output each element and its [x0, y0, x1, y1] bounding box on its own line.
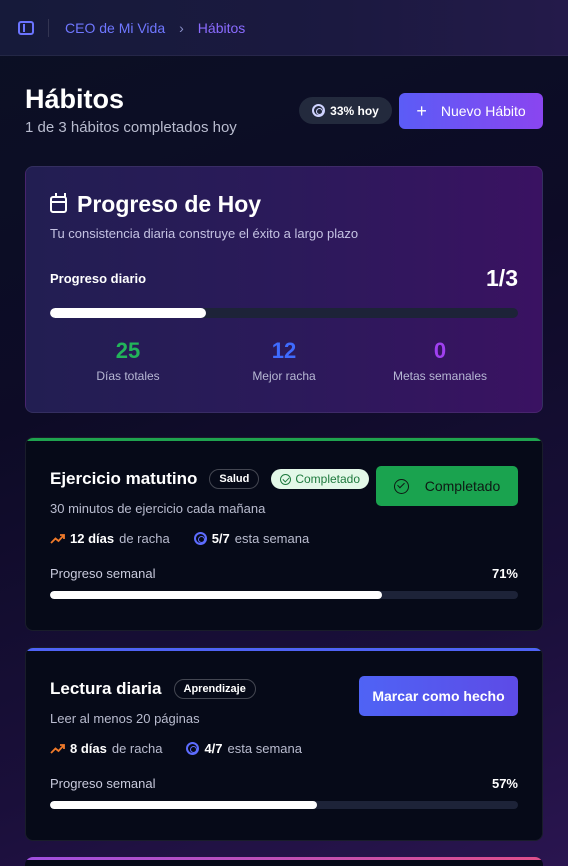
stats-row: 25 Días totales 12 Mejor racha 0 Metas s…	[50, 338, 518, 383]
sidebar-toggle-icon[interactable]	[18, 20, 34, 35]
streak-value: 8 días	[70, 741, 107, 756]
habit-card-lectura: Lectura diaria Aprendizaje Leer al menos…	[25, 647, 543, 841]
daily-progress-label: Progreso diario	[50, 271, 147, 286]
mark-done-button[interactable]: Marcar como hecho	[359, 676, 518, 716]
trending-up-icon	[50, 744, 65, 754]
check-circle-icon	[280, 473, 292, 485]
week-info: 5/7 esta semana	[193, 531, 310, 546]
habit-accent-line	[26, 438, 542, 441]
completed-button[interactable]: Completado	[376, 466, 518, 506]
habit-meta: 8 días de racha 4/7 esta semana	[50, 741, 518, 756]
habit-accent-line	[25, 857, 543, 860]
week-suffix: esta semana	[227, 741, 302, 756]
habit-meta: 12 días de racha 5/7 esta semana	[50, 531, 518, 546]
weekly-progress-fill	[50, 591, 383, 599]
week-suffix: esta semana	[234, 531, 310, 546]
streak-suffix: de racha	[119, 531, 170, 546]
week-value: 4/7	[204, 741, 223, 756]
habit-card-ejercicio: Ejercicio matutino Salud Completado 30 m…	[25, 437, 543, 631]
stat-value: 12	[271, 338, 297, 363]
completed-status-badge: Completado	[271, 469, 370, 489]
calendar-icon	[50, 193, 67, 213]
streak-info: 12 días de racha	[50, 531, 170, 546]
completed-button-label: Completado	[424, 478, 501, 494]
habit-accent-line	[26, 648, 542, 651]
category-badge: Salud	[209, 469, 260, 489]
week-value: 5/7	[211, 531, 230, 546]
target-icon	[193, 532, 207, 545]
check-circle-icon	[393, 478, 409, 494]
new-habit-button[interactable]: + Nuevo Hábito	[399, 93, 543, 129]
weekly-progress-bar	[50, 801, 518, 809]
today-progress-text: 33% hoy	[330, 103, 379, 118]
breadcrumb-current: Hábitos	[197, 19, 246, 36]
daily-progress-fill	[50, 308, 206, 318]
stat-value: 25	[115, 338, 141, 363]
stat-value: 0	[433, 338, 447, 363]
divider	[48, 18, 49, 37]
stat-total-days: 25 Días totales	[50, 338, 206, 383]
new-habit-label: Nuevo Hábito	[440, 103, 526, 119]
today-progress-badge: 33% hoy	[299, 97, 392, 124]
streak-value: 12 días	[70, 531, 115, 546]
chevron-right-icon: ›	[179, 19, 184, 36]
category-badge: Aprendizaje	[173, 679, 256, 699]
weekly-progress-percent: 71%	[491, 566, 518, 581]
habit-name: Lectura diaria	[50, 679, 162, 698]
target-icon	[312, 104, 326, 117]
target-icon	[186, 742, 200, 755]
weekly-progress-percent: 57%	[491, 776, 518, 791]
habit-name: Ejercicio matutino	[50, 469, 198, 488]
habit-card-partial	[25, 857, 543, 866]
stat-label: Días totales	[96, 369, 160, 383]
top-bar: CEO de Mi Vida › Hábitos	[0, 0, 568, 56]
progress-card-subtitle: Tu consistencia diaria construye el éxit…	[50, 226, 359, 241]
plus-icon: +	[416, 101, 427, 121]
breadcrumb: CEO de Mi Vida › Hábitos	[65, 20, 245, 36]
stat-label: Mejor racha	[252, 369, 316, 383]
weekly-progress-fill	[50, 801, 317, 809]
breadcrumb-root-link[interactable]: CEO de Mi Vida	[65, 20, 165, 36]
page-header: Hábitos 1 de 3 hábitos completados hoy 3…	[25, 84, 543, 144]
stat-label: Metas semanales	[392, 369, 488, 383]
streak-info: 8 días de racha	[50, 741, 162, 756]
progress-card-title: Progreso de Hoy	[77, 191, 262, 217]
stat-weekly-goals: 0 Metas semanales	[362, 338, 518, 383]
completed-status-text: Completado	[295, 472, 361, 486]
stat-best-streak: 12 Mejor racha	[206, 338, 362, 383]
streak-suffix: de racha	[111, 741, 163, 756]
weekly-progress-label: Progreso semanal	[50, 776, 156, 791]
weekly-progress-label: Progreso semanal	[50, 566, 156, 581]
daily-progress-bar	[50, 308, 518, 318]
daily-progress-value: 1/3	[486, 265, 518, 291]
week-info: 4/7 esta semana	[186, 741, 302, 756]
trending-up-icon	[50, 534, 65, 544]
today-progress-card: Progreso de Hoy Tu consistencia diaria c…	[25, 166, 543, 413]
weekly-progress-bar	[50, 591, 518, 599]
